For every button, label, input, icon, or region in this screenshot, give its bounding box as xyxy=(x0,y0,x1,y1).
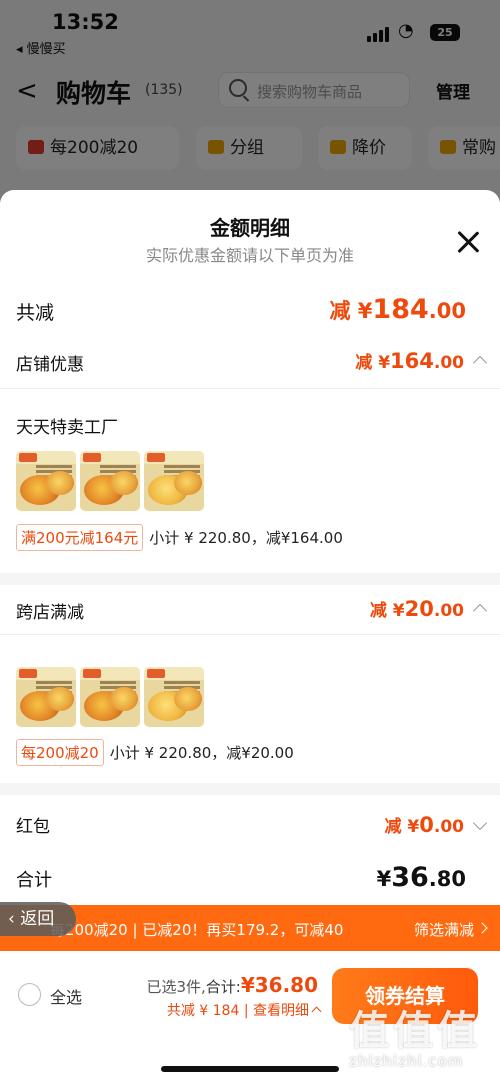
section-gap xyxy=(0,573,500,585)
product-thumbnail[interactable] xyxy=(16,667,76,727)
chevron-up-icon xyxy=(311,1006,322,1017)
select-all-label[interactable]: 全选 xyxy=(50,984,82,1008)
total-value: 36.80 xyxy=(254,973,318,997)
amount-prefix: 减 ¥ xyxy=(384,817,420,837)
chevron-up-icon xyxy=(472,355,488,371)
cross-store-amount: 减 ¥20.00 xyxy=(370,596,464,621)
total-discount-row: 共减 减 ¥184.00 xyxy=(0,290,500,334)
selected-count: 已选3件, xyxy=(146,978,206,996)
amount-prefix: ¥ xyxy=(376,867,392,891)
watermark-logo: 值值值 xyxy=(349,1008,481,1054)
amount-int: 0 xyxy=(419,813,434,837)
store-discount-row[interactable]: 店铺优惠 减 ¥164.00 xyxy=(0,342,500,382)
product-thumbnail[interactable] xyxy=(144,451,204,511)
promo-subtotal: 小计 ¥ 220.80，减¥164.00 xyxy=(149,529,343,547)
chevron-right-icon xyxy=(476,922,488,934)
sheet-subtitle: 实际优惠金额请以下单页为准 xyxy=(145,246,354,265)
amount-prefix: 减 ¥ xyxy=(329,299,373,323)
select-all-checkbox[interactable] xyxy=(18,983,41,1006)
product-thumbnails xyxy=(16,667,204,727)
product-thumbnail[interactable] xyxy=(144,667,204,727)
amount-dec: .00 xyxy=(433,601,464,621)
cross-store-row[interactable]: 跨店满减 减 ¥20.00 xyxy=(0,588,500,632)
product-thumbnail[interactable] xyxy=(80,451,140,511)
row-label: 红包 xyxy=(16,817,50,837)
product-thumbnail[interactable] xyxy=(80,667,140,727)
chevron-down-icon xyxy=(472,815,488,831)
floating-back-button[interactable]: ‹ 返回 xyxy=(0,902,76,936)
total-label: 合计: xyxy=(205,978,241,996)
promo-bar-text: 每200减20 | 已减20！再买179.2，可减40 xyxy=(50,921,344,939)
subtotal-row: 合计 ¥36.80 xyxy=(0,858,500,902)
watermark-url: zhizhizhi.com xyxy=(349,1052,464,1070)
promo-tag: 每200减20 xyxy=(16,739,104,766)
row-label: 店铺优惠 xyxy=(16,355,84,375)
amount-int: 36 xyxy=(391,862,429,893)
total-prefix: ¥ xyxy=(240,973,255,997)
amount-dec: .00 xyxy=(433,817,464,837)
chevron-up-icon xyxy=(472,603,488,619)
promo-subtotal: 小计 ¥ 220.80，减¥20.00 xyxy=(109,744,294,762)
filter-promo-link[interactable]: 筛选满减 xyxy=(414,919,474,940)
row-label: 跨店满减 xyxy=(16,603,84,623)
amount-dec: .80 xyxy=(428,867,466,891)
store-section: 天天特卖工厂 满200元减164元 小计 ¥ 220.80，减¥164.00 xyxy=(0,389,500,573)
amount-prefix: 减 ¥ xyxy=(369,601,405,621)
amount-prefix: 减 ¥ xyxy=(355,353,391,373)
view-detail-link[interactable]: 共减 ¥ 184 | 查看明细 xyxy=(166,1000,322,1020)
section-gap xyxy=(0,783,500,795)
sheet-title: 金额明细 xyxy=(210,216,290,240)
cross-store-items: 每200减20 小计 ¥ 220.80，减¥20.00 xyxy=(0,635,500,783)
store-discount-amount: 减 ¥164.00 xyxy=(355,348,464,373)
promo-bar[interactable]: 每200减20 | 已减20！再买179.2，可减40 筛选满减 xyxy=(0,905,500,951)
home-indicator xyxy=(161,1066,339,1072)
savings-text: 共减 ¥ 184 | 查看明细 xyxy=(166,1003,309,1019)
total-discount-amount: 减 ¥184.00 xyxy=(329,294,466,325)
store-promo: 满200元减164元 小计 ¥ 220.80，减¥164.00 xyxy=(16,524,343,551)
close-icon[interactable] xyxy=(456,230,480,254)
amount-int: 20 xyxy=(404,597,434,621)
amount-dec: .00 xyxy=(433,353,464,373)
amount-int: 184 xyxy=(372,294,429,325)
product-thumbnails xyxy=(16,451,204,511)
red-packet-row[interactable]: 红包 减 ¥0.00 xyxy=(0,804,500,848)
selection-summary: 已选3件,合计:¥36.80 xyxy=(146,973,318,997)
red-packet-amount: 减 ¥0.00 xyxy=(385,812,465,837)
store-name[interactable]: 天天特卖工厂 xyxy=(16,413,118,438)
amount-dec: .00 xyxy=(428,299,466,323)
row-label: 合计 xyxy=(16,870,52,891)
product-thumbnail[interactable] xyxy=(16,451,76,511)
watermark: 值值值 zhizhizhi.com xyxy=(345,994,495,1081)
promo-tag: 满200元减164元 xyxy=(16,524,144,551)
cross-store-promo: 每200减20 小计 ¥ 220.80，减¥20.00 xyxy=(16,739,294,766)
row-label: 共减 xyxy=(16,302,55,324)
amount-int: 164 xyxy=(390,349,434,373)
subtotal-amount: ¥36.80 xyxy=(377,862,466,893)
